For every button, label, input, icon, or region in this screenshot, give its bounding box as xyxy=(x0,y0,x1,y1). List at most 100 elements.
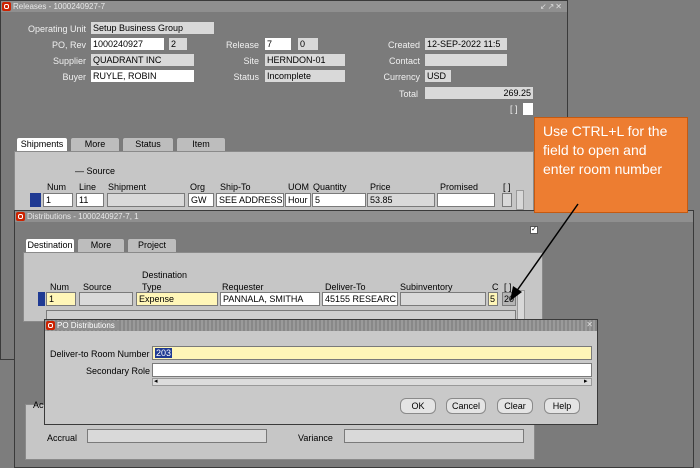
dist-requester-field[interactable]: PANNALA, SMITHA xyxy=(220,292,320,306)
oracle-icon xyxy=(16,212,25,221)
buyer-label: Buyer xyxy=(62,72,86,82)
dist-row-indicator[interactable] xyxy=(38,292,45,306)
callout-arrow-head xyxy=(510,286,522,301)
status-label: Status xyxy=(233,72,259,82)
variance-label: Variance xyxy=(298,433,333,443)
shipment-num-field[interactable]: 1 xyxy=(43,193,73,207)
col-num: Num xyxy=(47,182,67,192)
dcol-num: Num xyxy=(50,282,70,292)
tab-dist-more[interactable]: More xyxy=(77,238,125,252)
tab-destination[interactable]: Destination xyxy=(25,238,75,252)
variance-field[interactable] xyxy=(344,429,524,443)
releases-titlebar[interactable]: Releases - 1000240927-7 ↙↗✕ xyxy=(1,1,567,12)
shipment-org-field[interactable]: GW xyxy=(188,193,214,207)
currency-label: Currency xyxy=(383,72,420,82)
shipment-shipment-field[interactable] xyxy=(107,193,185,207)
shipment-promised-field[interactable] xyxy=(437,193,495,207)
po-number-field[interactable]: 1000240927 xyxy=(90,37,165,51)
contact-field[interactable] xyxy=(424,53,508,67)
callout-arrow-icon xyxy=(510,203,579,301)
dcol-c: C xyxy=(492,282,499,292)
created-label: Created xyxy=(387,40,420,50)
col-shipment: Shipment xyxy=(108,182,147,192)
shipment-uom-field[interactable]: Hour xyxy=(285,193,311,207)
tab-more[interactable]: More xyxy=(70,137,120,151)
row-indicator[interactable] xyxy=(30,193,41,207)
dcol-requester: Requester xyxy=(222,282,264,292)
release-field[interactable]: 7 xyxy=(264,37,292,51)
secondary-role-field[interactable] xyxy=(152,363,592,377)
cancel-label: Cancel xyxy=(451,401,480,411)
tab-project[interactable]: Project xyxy=(127,238,177,252)
dist-c-field[interactable]: 5 xyxy=(488,292,498,306)
tab-status[interactable]: Status xyxy=(122,137,174,151)
site-field[interactable]: HERNDON-01 xyxy=(264,53,346,67)
site-label: Site xyxy=(243,56,259,66)
status-field[interactable]: Incomplete xyxy=(264,69,346,83)
oracle-icon xyxy=(2,2,11,11)
created-field[interactable]: 12-SEP-2022 11:5 xyxy=(424,37,508,51)
dist-subinventory-field[interactable] xyxy=(400,292,486,306)
deliver-room-field[interactable]: 203 xyxy=(152,346,592,360)
shipment-line-field[interactable]: 11 xyxy=(76,193,104,207)
ok-button[interactable]: OK xyxy=(400,398,436,414)
header-flex-field[interactable] xyxy=(522,102,534,116)
oracle-icon xyxy=(46,321,55,330)
accrual-field[interactable] xyxy=(87,429,267,443)
supplier-field[interactable]: QUADRANT INC xyxy=(90,53,195,67)
source-label: Source xyxy=(86,166,116,176)
total-field[interactable]: 269.25 xyxy=(424,86,534,100)
instruction-callout: Use CTRL+L for the field to open and ent… xyxy=(534,117,688,213)
scroll-left-icon[interactable]: ◂ xyxy=(154,377,158,385)
callout-arrow-line xyxy=(515,203,579,293)
col-flex: [ ] xyxy=(503,182,511,192)
dist-type-field[interactable]: Expense xyxy=(136,292,218,306)
po-rev-label: PO, Rev xyxy=(51,40,86,50)
help-button[interactable]: Help xyxy=(544,398,580,414)
deliver-room-value: 203 xyxy=(155,348,173,358)
secondary-role-label: Secondary Role xyxy=(86,366,151,376)
scroll-right-icon[interactable]: ▸ xyxy=(584,377,588,385)
buyer-field[interactable]: RUYLE, ROBIN xyxy=(90,69,195,83)
dist-num-field[interactable]: 1 xyxy=(46,292,76,306)
operating-unit-field[interactable]: Setup Business Group xyxy=(90,21,215,35)
window-controls-icon[interactable]: ↙↗✕ xyxy=(540,1,563,12)
col-quantity: Quantity xyxy=(313,182,347,192)
dcol-source: Source xyxy=(83,282,112,292)
po-dist-close-icon[interactable]: ✕ xyxy=(586,320,594,329)
col-promised: Promised xyxy=(440,182,479,192)
operating-unit-label: Operating Unit xyxy=(27,24,86,34)
po-dist-hscrollbar[interactable] xyxy=(152,378,592,386)
po-dist-title: PO Distributions xyxy=(57,321,119,330)
dist-deliver-to-field[interactable]: 45155 RESEARC xyxy=(322,292,398,306)
total-label: Total xyxy=(398,89,418,99)
ac-label: Ac xyxy=(33,400,44,410)
currency-field[interactable]: USD xyxy=(424,69,452,83)
callout-text: Use CTRL+L for the field to open and ent… xyxy=(543,123,668,177)
contact-label: Contact xyxy=(388,56,420,66)
tab-item[interactable]: Item xyxy=(176,137,226,151)
dcol-deliver-to: Deliver-To xyxy=(325,282,366,292)
release-rev-field[interactable]: 0 xyxy=(297,37,319,51)
col-price: Price xyxy=(370,182,391,192)
accrual-label: Accrual xyxy=(47,433,78,443)
cancel-button[interactable]: Cancel xyxy=(446,398,486,414)
dest-header-label: Destination xyxy=(142,270,188,280)
shipment-price-field[interactable]: 53.85 xyxy=(367,193,435,207)
shipment-ship-to-field[interactable]: SEE ADDRESS xyxy=(216,193,284,207)
tab-shipments[interactable]: Shipments xyxy=(16,137,68,151)
source-group-label: — Source xyxy=(75,166,116,176)
distributions-title: Distributions - 1000240927-7, 1 xyxy=(27,212,139,221)
help-label: Help xyxy=(552,401,572,411)
clear-button[interactable]: Clear xyxy=(497,398,533,414)
po-dist-titlebar[interactable]: PO Distributions xyxy=(45,320,597,331)
col-org: Org xyxy=(190,182,206,192)
dist-source-field[interactable] xyxy=(79,292,133,306)
rev-field[interactable]: 2 xyxy=(168,37,188,51)
dcol-subinventory: Subinventory xyxy=(400,282,453,292)
deliver-room-label: Deliver-to Room Number xyxy=(50,349,150,359)
dcol-type: Type xyxy=(142,282,162,292)
clear-label: Clear xyxy=(504,401,526,411)
shipment-quantity-field[interactable]: 5 xyxy=(312,193,366,207)
ok-label: OK xyxy=(411,401,425,411)
